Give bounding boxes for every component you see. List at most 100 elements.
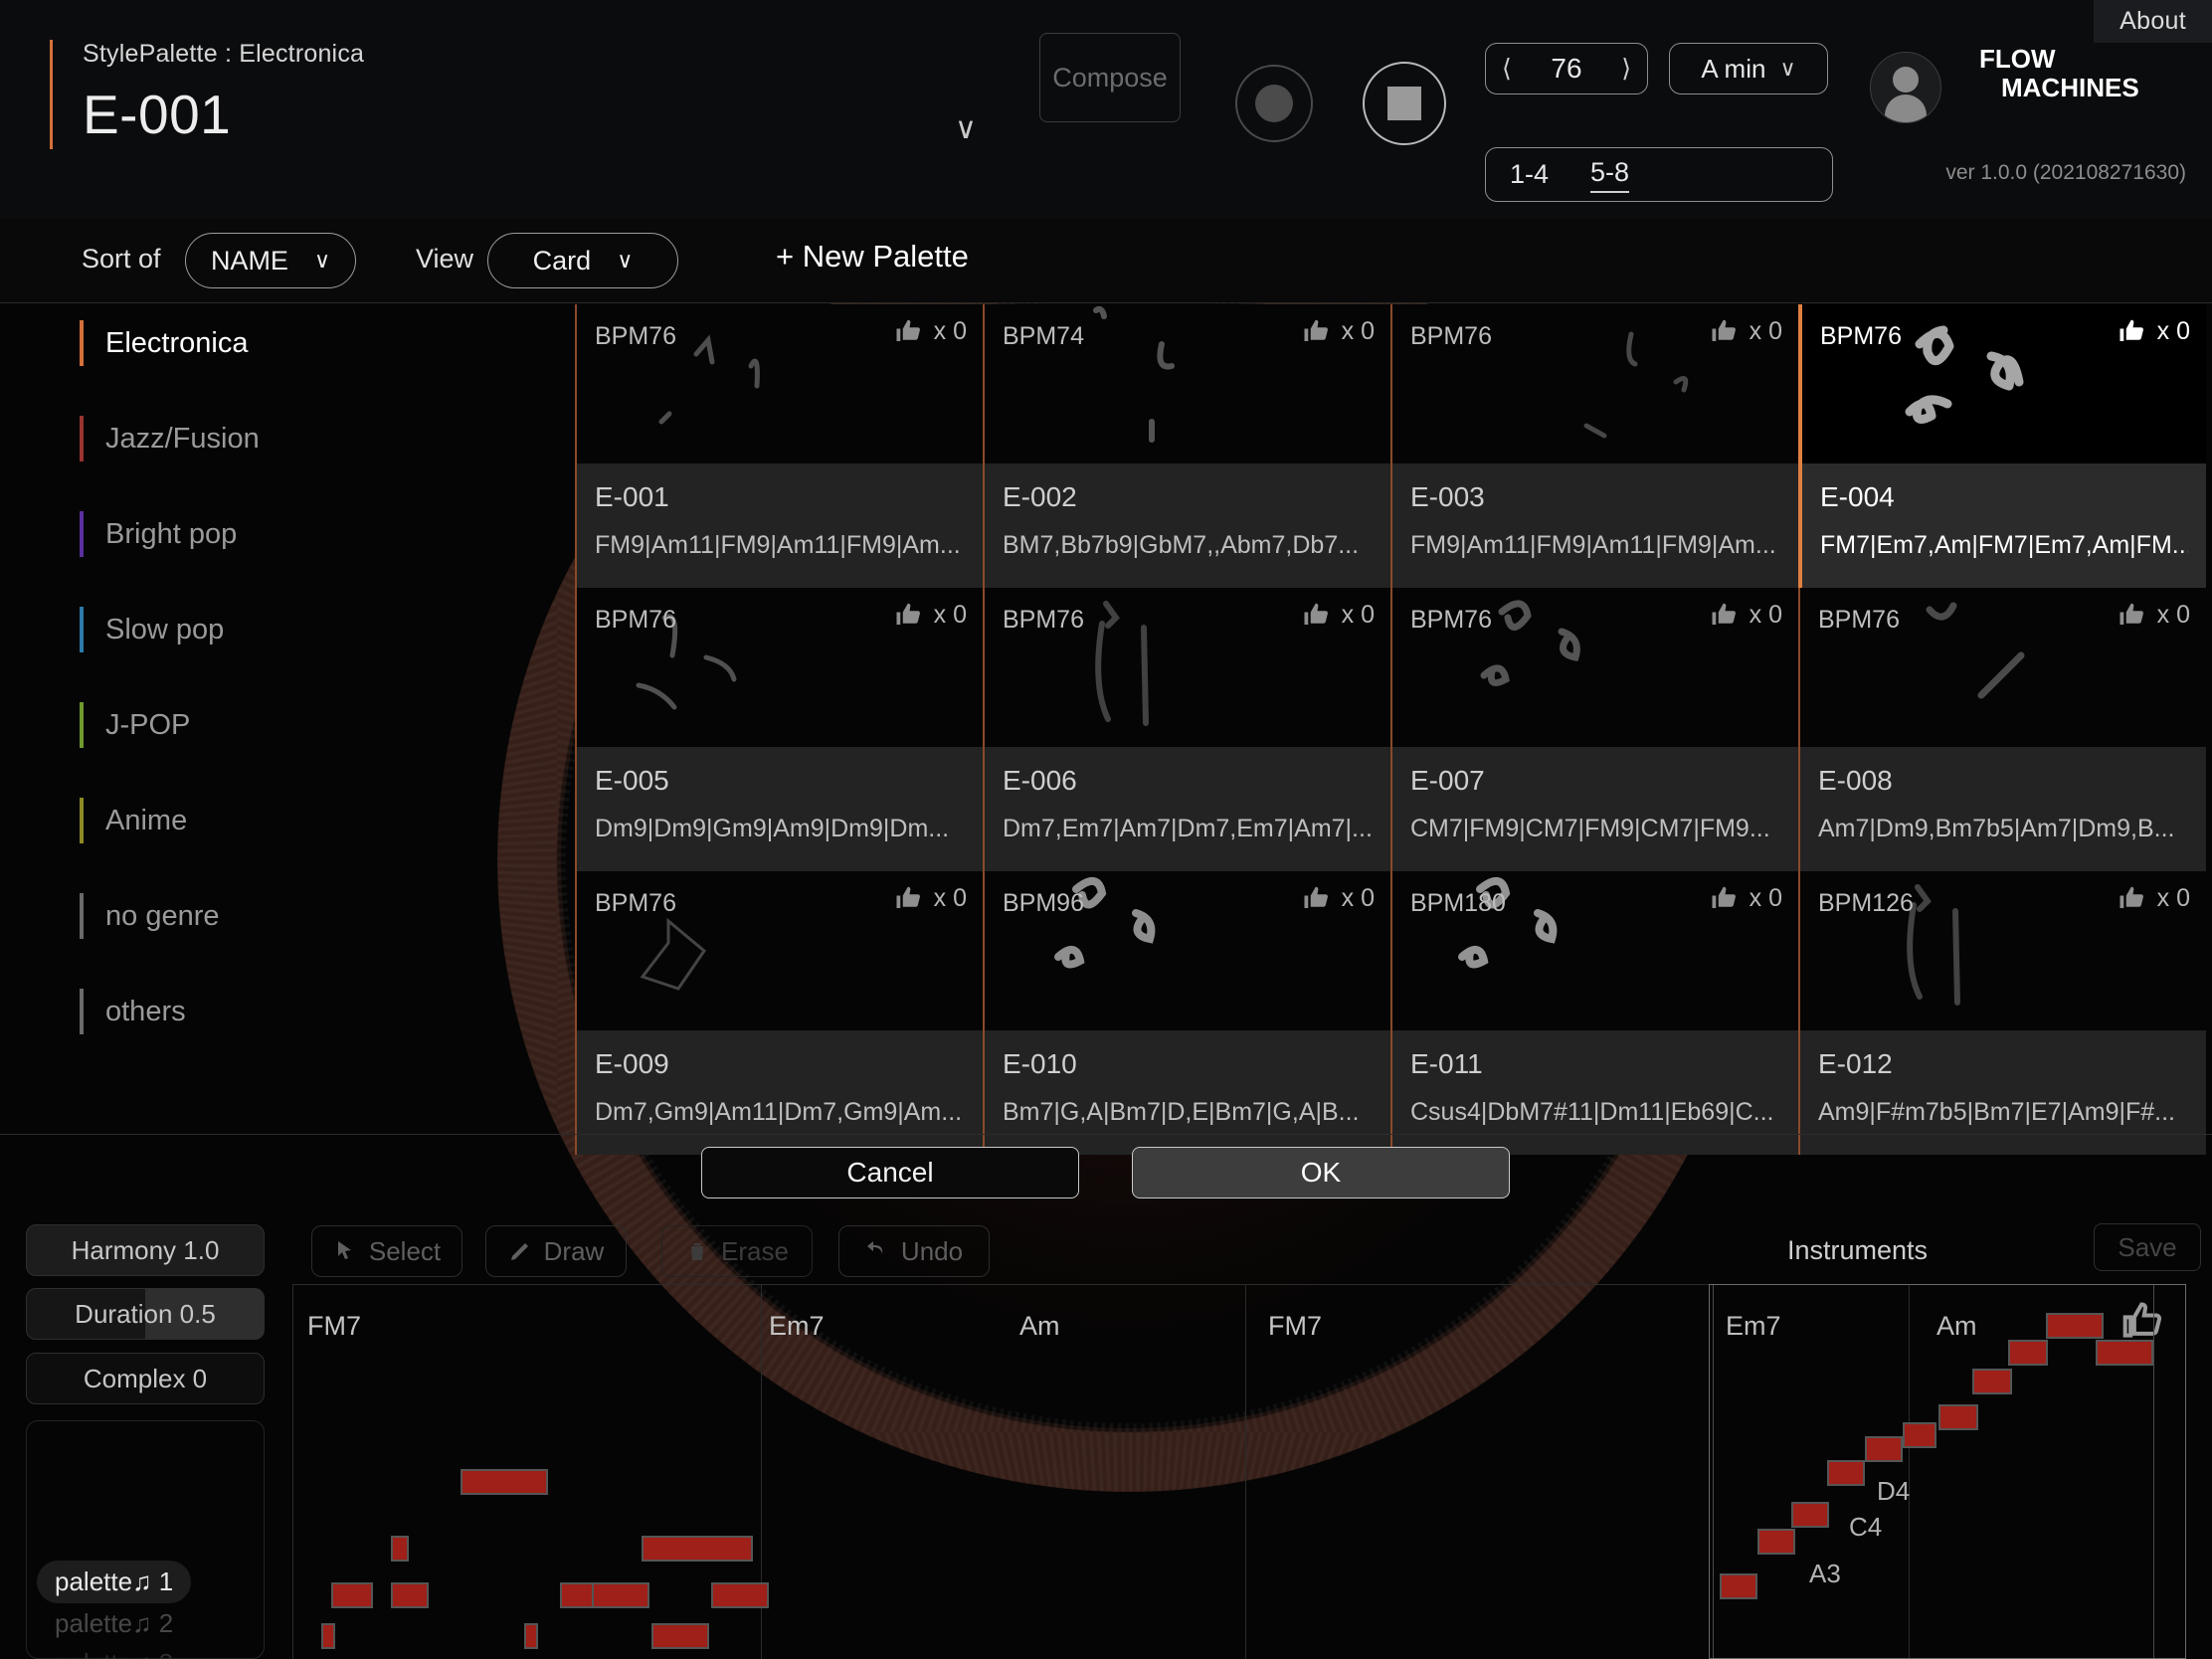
preview-note[interactable] [2096, 1340, 2153, 1366]
card-like-count[interactable]: x 0 [2118, 316, 2190, 346]
sidebar-item-bright-pop[interactable]: Bright pop [80, 509, 378, 559]
record-button[interactable] [1235, 65, 1313, 142]
preview-note[interactable] [1903, 1422, 1936, 1448]
preview-note[interactable] [1865, 1436, 1903, 1462]
bpm-stepper[interactable]: ⟨ 76 ⟩ [1485, 43, 1648, 94]
card-bpm-label: BPM76 [595, 322, 676, 350]
preview-note[interactable] [1972, 1369, 2012, 1394]
piano-roll-preview[interactable]: Am Em7 D4 C4 A3 [1709, 1284, 2186, 1659]
ok-button[interactable]: OK [1132, 1147, 1510, 1198]
roll-note[interactable] [391, 1582, 429, 1608]
avatar-head-icon [1893, 67, 1919, 92]
sidebar-item-slow-pop[interactable]: Slow pop [80, 605, 378, 654]
roll-note[interactable] [321, 1623, 335, 1649]
style-palette-card-e-005[interactable]: BPM76 x 0 E-005 Dm9|Dm9|Gm9|Am9|Dm9|Dm... [575, 588, 983, 871]
card-meta: E-006 Dm7,Em7|Am7|Dm7,Em7|Am7|... [985, 747, 1390, 871]
bar-range-toggle[interactable]: 1-4 5-8 [1485, 147, 1833, 202]
palette-track-item-1[interactable]: palette♫ 1 [37, 1561, 192, 1603]
style-palette-card-e-007[interactable]: BPM76 x 0 E-007 CM7|FM9|CM7|FM9|CM7|FM9... [1390, 588, 1798, 871]
palette-track-item-2[interactable]: palette♫ 2 [55, 1608, 173, 1639]
preview-note[interactable] [2008, 1340, 2048, 1366]
palette-track-list: palette♫ 1 palette♫ 2 palette♫ 3 [26, 1420, 265, 1659]
card-like-count[interactable]: x 0 [894, 883, 967, 913]
bpm-increment-icon[interactable]: ⟩ [1621, 54, 1631, 84]
palette-track-item-3[interactable]: palette♫ 3 [55, 1648, 173, 1659]
bar-range-5-8[interactable]: 5-8 [1590, 157, 1630, 193]
card-like-count[interactable]: x 0 [1302, 600, 1375, 630]
erase-tool-button[interactable]: Erase [661, 1225, 813, 1277]
stop-button[interactable] [1363, 62, 1446, 145]
card-like-count[interactable]: x 0 [1302, 316, 1375, 346]
piano-roll[interactable]: FM7 Em7 Am FM7 [292, 1284, 1910, 1659]
sidebar-item-j-pop[interactable]: J-POP [80, 700, 378, 750]
view-select[interactable]: Card ∨ [487, 233, 678, 288]
bar-range-1-4[interactable]: 1-4 [1510, 159, 1549, 190]
chevron-down-icon[interactable]: ∨ [955, 111, 977, 146]
card-like-count[interactable]: x 0 [1710, 316, 1782, 346]
complex-slider-button[interactable]: Complex 0 [26, 1353, 265, 1404]
style-palette-card-e-010[interactable]: BPM96 x 0 E-010 Bm7|G,A|Bm7|D,E|Bm7|G,A|B..… [983, 871, 1390, 1155]
select-tool-button[interactable]: Select [311, 1225, 462, 1277]
sidebar-item-jazz-fusion[interactable]: Jazz/Fusion [80, 414, 378, 463]
record-dot-icon [1255, 85, 1293, 122]
card-like-count[interactable]: x 0 [894, 600, 967, 630]
compose-button[interactable]: Compose [1039, 33, 1181, 122]
preview-note[interactable] [1938, 1404, 1978, 1430]
new-palette-button[interactable]: + New Palette [776, 239, 969, 275]
genre-color-bar [80, 893, 84, 939]
about-button[interactable]: About [2094, 0, 2212, 43]
roll-note[interactable] [651, 1623, 709, 1649]
card-like-count[interactable]: x 0 [2118, 600, 2190, 630]
sidebar-item-no-genre[interactable]: no genre [80, 891, 378, 941]
preview-note[interactable] [1720, 1573, 1757, 1599]
roll-note[interactable] [331, 1582, 373, 1608]
cancel-button[interactable]: Cancel [701, 1147, 1079, 1198]
style-palette-card-e-003[interactable]: BPM76 x 0 E-003 FM9|Am11|FM9|Am11|FM9|Am... [1390, 304, 1798, 588]
style-palette-card-e-011[interactable]: BPM180 x 0 E-011 Csus4|DbM7#11|Dm11|Eb69|C.… [1390, 871, 1798, 1155]
key-select[interactable]: A min ∨ [1669, 43, 1828, 94]
style-palette-card-e-009[interactable]: BPM76 x 0 E-009 Dm7,Gm9|Am11|Dm7,Gm9|Am... [575, 871, 983, 1155]
style-palette-card-e-006[interactable]: BPM76 x 0 E-006 Dm7,Em7|Am7|Dm7,Em7|Am7|... [983, 588, 1390, 871]
preview-note[interactable] [2046, 1313, 2104, 1339]
draw-tool-label: Draw [543, 1235, 605, 1266]
preview-note[interactable] [1757, 1529, 1795, 1555]
roll-note[interactable] [461, 1469, 548, 1495]
roll-note[interactable] [642, 1536, 753, 1562]
app-header: About StylePalette : Electronica E-001 ∨… [0, 0, 2212, 219]
sidebar-item-others[interactable]: others [80, 987, 378, 1036]
roll-note[interactable] [391, 1536, 409, 1562]
roll-note[interactable] [592, 1582, 649, 1608]
card-id-label: E-011 [1410, 1048, 1483, 1079]
style-palette-card-e-001[interactable]: BPM76 x 0 E-001 FM9|Am11|FM9|Am11|FM9|Am... [575, 304, 983, 588]
instruments-label: Instruments [1787, 1235, 1929, 1265]
card-like-count[interactable]: x 0 [1710, 883, 1782, 913]
card-like-count[interactable]: x 0 [1302, 883, 1375, 913]
card-like-count[interactable]: x 0 [2118, 883, 2190, 913]
card-like-count[interactable]: x 0 [894, 316, 967, 346]
style-palette-card-e-002[interactable]: BPM74 x 0 E-002 BM7,Bb7b9|GbM7,,Abm7,Db7... [983, 304, 1390, 588]
card-like-value: x 0 [2156, 883, 2190, 912]
avatar[interactable] [1870, 52, 1941, 123]
preview-note[interactable] [1791, 1502, 1829, 1528]
save-button[interactable]: Save [2094, 1223, 2201, 1271]
style-palette-card-e-004[interactable]: BPM76 x 0 E-004 FM7|Em7,Am|FM7|Em7,Am|FM... [1798, 304, 2206, 588]
card-like-value: x 0 [1749, 316, 1782, 345]
card-chords-label: Dm7,Gm9|Am11|Dm7,Gm9|Am... [595, 1098, 963, 1126]
draw-tool-button[interactable]: Draw [485, 1225, 627, 1277]
bpm-decrement-icon[interactable]: ⟨ [1502, 54, 1512, 84]
preview-note[interactable] [1827, 1460, 1865, 1486]
sidebar-item-label: no genre [105, 899, 220, 932]
sort-select[interactable]: NAME ∨ [185, 233, 356, 288]
undo-tool-button[interactable]: Undo [838, 1225, 990, 1277]
sidebar-item-anime[interactable]: Anime [80, 796, 378, 845]
style-palette-card-e-008[interactable]: BPM76 x 0 E-008 Am7|Dm9,Bm7b5|Am7|Dm9,B... [1798, 588, 2206, 871]
thumbs-up-icon [2120, 886, 2143, 908]
sidebar-item-electronica[interactable]: Electronica [80, 318, 378, 368]
roll-note[interactable] [711, 1582, 769, 1608]
genre-color-bar [80, 320, 84, 366]
roll-note[interactable] [524, 1623, 538, 1649]
style-palette-card-e-012[interactable]: BPM126 x 0 E-012 Am9|F#m7b5|Bm7|E7|Am9|F#..… [1798, 871, 2206, 1155]
harmony-slider-button[interactable]: Harmony 1.0 [26, 1224, 265, 1276]
card-like-count[interactable]: x 0 [1710, 600, 1782, 630]
duration-slider-button[interactable]: Duration 0.5 [26, 1288, 265, 1340]
